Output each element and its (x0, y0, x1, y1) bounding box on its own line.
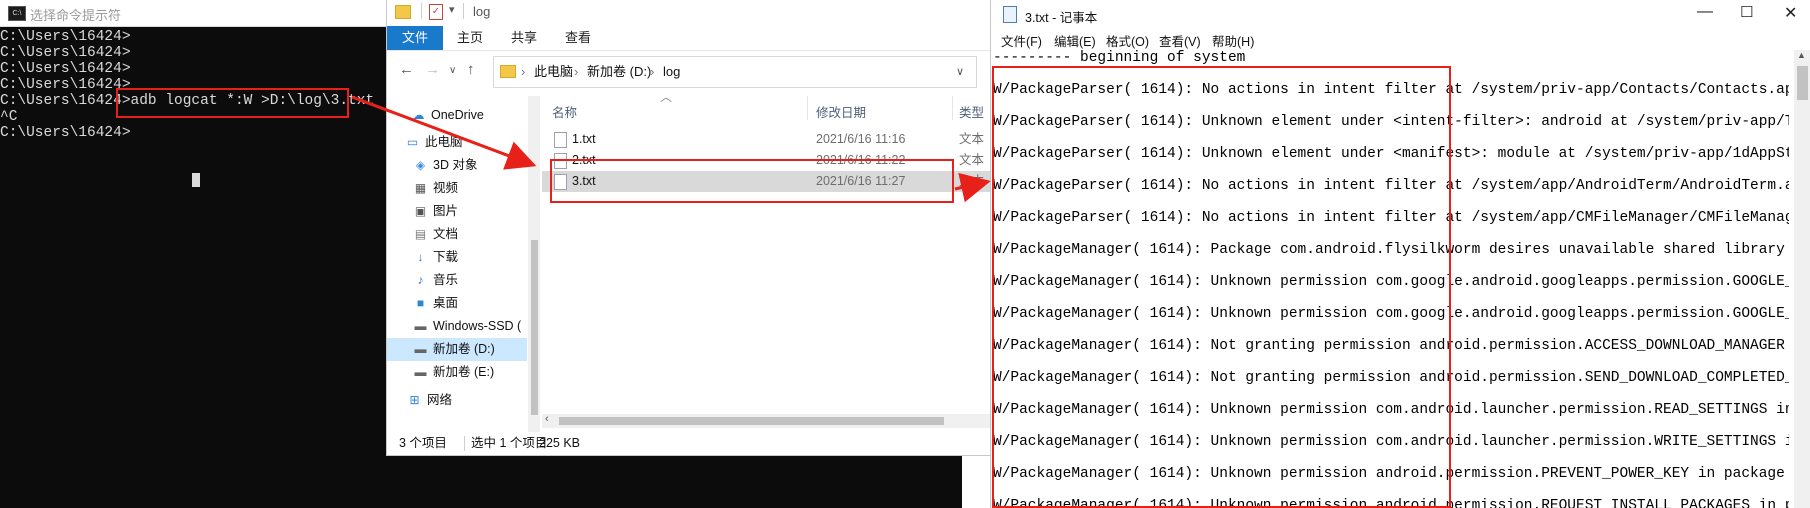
annotation-arrows (351, 95, 991, 203)
arrow-file-to-log (954, 172, 991, 203)
arrow-command-to-file (351, 95, 537, 170)
